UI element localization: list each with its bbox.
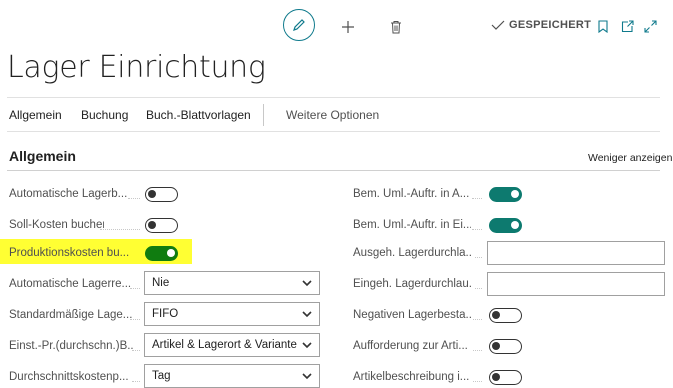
section-title[interactable]: Allgemein [9,148,76,164]
expand-button[interactable] [642,18,658,34]
standard-lagerabgangsmethode-select[interactable]: FIFO [144,302,320,326]
nav-item-buchung[interactable]: Buchung [81,108,128,122]
soll-kosten-buchen-toggle[interactable] [145,218,178,233]
dotted-leader [132,380,140,382]
nav-item-allgemein[interactable]: Allgemein [9,108,62,122]
dotted-leader [132,349,140,351]
field-label: Artikelbeschreibung i... [353,371,470,383]
divider [7,131,660,132]
plus-icon [342,21,354,33]
dotted-leader [130,287,140,289]
field-label: Bem. Uml.-Auftr. in Ei... [353,219,471,231]
durchschnittskostenperiode-select[interactable]: Tag [144,364,320,388]
dotted-leader [472,197,482,199]
dotted-leader [473,380,482,382]
field-label: Produktionskosten bu... [9,247,130,259]
ausgehende-lagerdurchlaufzeit-input[interactable] [487,241,665,265]
section-divider [7,170,660,171]
field-label: Negativen Lagerbesta... [353,309,471,321]
field-label: Automatische Lagerb... [9,188,128,200]
aufforderung-zur-artikelbeschreibung-toggle[interactable] [489,339,522,354]
field-label: Ausgeh. Lagerdurchla... [353,247,471,259]
automatische-lagerregulierung-select[interactable]: Nie [144,271,320,295]
field-label: Standardmäßige Lage... [9,309,133,321]
dotted-leader [100,228,140,230]
open-in-new-window-icon [621,19,634,32]
chevron-down-icon [302,373,312,380]
checkmark-icon [491,20,505,30]
dotted-leader [475,287,482,289]
saved-label: GESPEICHERT [509,19,592,31]
select-value: Nie [152,277,170,289]
nav-more-options[interactable]: Weitere Optionen [286,108,379,122]
select-value: Artikel & Lagerort & Variante [152,339,297,351]
open-new-window-button[interactable] [619,18,635,34]
nav-item-buch-blattvorlagen[interactable]: Buch.-Blattvorlagen [146,108,251,122]
eingehende-lagerdurchlaufzeit-input[interactable] [487,272,665,296]
pencil-icon [293,19,305,31]
saved-status: GESPEICHERT [491,19,591,31]
einstandspreis-berechnungsart-select[interactable]: Artikel & Lagerort & Variante [144,333,320,357]
page-title: Lager Einrichtung [7,50,266,85]
field-label: Automatische Lagerre... [9,278,132,290]
field-label: Aufforderung zur Arti... [353,340,468,352]
field-label: Durchschnittskostenp... [9,371,129,383]
dotted-leader [473,349,482,351]
bem-uml-auftr-eingang-toggle[interactable] [489,218,522,233]
show-less-link[interactable]: Weniger anzeigen [588,152,672,164]
edit-button[interactable] [283,9,315,41]
expand-icon [643,19,657,33]
nav-separator [263,104,264,126]
dotted-leader [472,228,482,230]
chevron-down-icon [302,342,312,349]
select-value: Tag [152,370,171,382]
delete-button[interactable] [388,18,404,36]
field-label: Soll-Kosten buchen [9,219,104,231]
dotted-leader [475,256,482,258]
dotted-leader [128,197,140,199]
negativen-lagerbestand-toggle[interactable] [489,308,522,323]
dotted-leader [130,318,140,320]
chevron-down-icon [302,280,312,287]
produktionskosten-buchen-toggle[interactable] [145,246,178,261]
automatische-lagerbuchung-toggle[interactable] [145,187,178,202]
dotted-leader [473,318,482,320]
chevron-down-icon [302,311,312,318]
bem-uml-auftr-ausgang-toggle[interactable] [489,187,522,202]
field-label: Eingeh. Lagerdurchlau... [353,278,471,290]
trash-icon [391,21,401,34]
field-label: Einst.-Pr.(durchschn.)B... [9,340,134,352]
bookmark-icon [598,19,608,33]
new-button[interactable] [339,18,357,36]
field-label: Bem. Uml.-Auftr. in A... [353,188,470,200]
bookmark-button[interactable] [596,18,610,34]
divider [7,97,660,98]
select-value: FIFO [152,308,179,320]
